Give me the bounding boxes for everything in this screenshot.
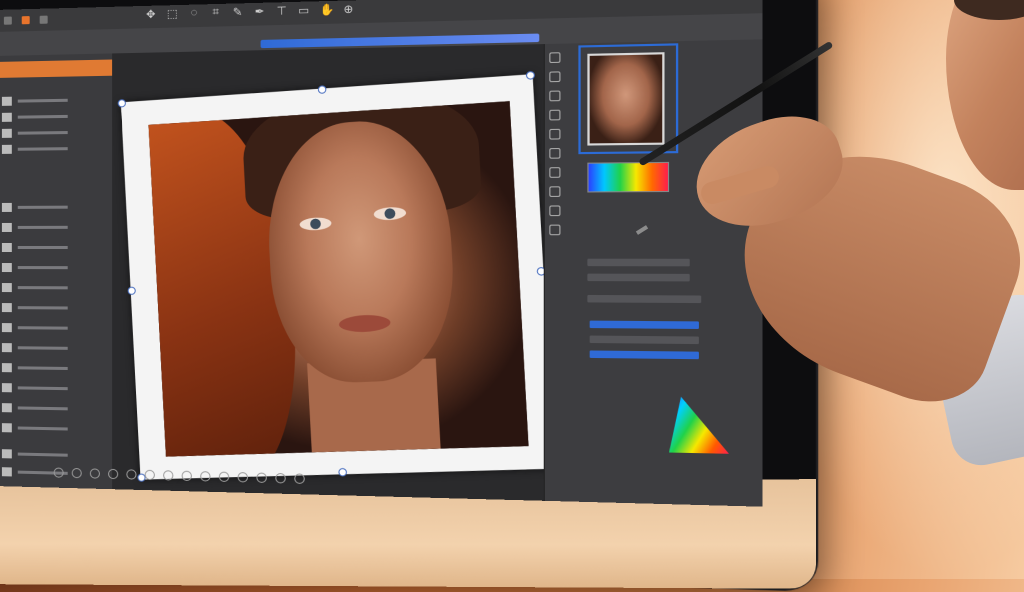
color-icon[interactable] [549, 71, 560, 82]
tool-row: ✥ ⬚ ◌ ⌗ ✎ ✒ ⊤ ▭ ✋ ⊕ [145, 2, 355, 21]
tool-icon[interactable] [256, 472, 266, 483]
grid-icon[interactable] [40, 16, 48, 24]
logo-icon [4, 17, 12, 25]
move-icon[interactable]: ✥ [145, 8, 157, 22]
tool-icon[interactable] [54, 467, 64, 477]
layer-row[interactable] [2, 402, 68, 413]
layer-row[interactable] [2, 242, 68, 252]
left-panel [0, 53, 113, 489]
selected-layer-bar[interactable] [590, 350, 699, 359]
layers-icon[interactable] [549, 167, 560, 178]
document-canvas[interactable] [121, 74, 555, 480]
channels-icon[interactable] [549, 186, 560, 197]
tool-icon[interactable] [90, 468, 100, 478]
layer-row[interactable] [2, 448, 68, 460]
histogram [669, 397, 729, 454]
tool-icon[interactable] [275, 473, 286, 484]
property-slider[interactable] [587, 295, 701, 303]
transform-handle[interactable] [338, 468, 347, 477]
selected-layer-bar[interactable] [590, 321, 699, 329]
list-item[interactable] [2, 111, 68, 122]
tool-icon[interactable] [182, 471, 192, 481]
list-item[interactable] [2, 143, 68, 154]
tool-icon[interactable] [219, 472, 229, 483]
apple-logo-icon [488, 556, 510, 580]
adjust-icon[interactable] [549, 110, 560, 121]
list-item[interactable] [2, 95, 68, 106]
navigator-icon[interactable] [549, 52, 560, 63]
tool-icon[interactable] [108, 469, 118, 479]
tool-icon[interactable] [145, 470, 155, 480]
panel-header-accent [0, 60, 112, 78]
monitor: ✥ ⬚ ◌ ⌗ ✎ ✒ ⊤ ▭ ✋ ⊕ [0, 0, 750, 592]
tool-icon[interactable] [294, 473, 305, 484]
tool-icon[interactable] [200, 471, 210, 482]
swatches-icon[interactable] [549, 91, 560, 102]
transform-handle[interactable] [127, 287, 136, 296]
zoom-icon[interactable]: ⊕ [342, 2, 355, 16]
marquee-icon[interactable]: ⬚ [166, 7, 178, 21]
layer-row[interactable] [2, 362, 68, 373]
shape-icon[interactable]: ▭ [297, 4, 310, 18]
layer-row[interactable] [2, 262, 68, 272]
panel-icon-column [549, 52, 562, 235]
transform-handle[interactable] [318, 85, 327, 94]
layer-row[interactable] [2, 222, 68, 232]
portrait-photo [149, 101, 529, 456]
tool-icon[interactable] [126, 469, 136, 479]
layer-row[interactable] [2, 282, 68, 292]
property-slider[interactable] [587, 259, 689, 267]
file-icon[interactable] [22, 16, 30, 24]
layer-bar[interactable] [590, 336, 699, 345]
layer-row[interactable] [2, 302, 68, 312]
color-gradient-swatch[interactable] [587, 162, 669, 193]
hand-icon[interactable]: ✋ [320, 3, 333, 17]
layer-row[interactable] [2, 422, 68, 433]
paths-icon[interactable] [549, 205, 560, 216]
info-icon[interactable] [549, 225, 560, 236]
tool-icon[interactable] [72, 468, 82, 478]
crop-icon[interactable]: ⌗ [210, 6, 222, 20]
transform-handle[interactable] [526, 71, 535, 80]
tool-icon[interactable] [163, 470, 173, 480]
layer-row[interactable] [2, 342, 68, 353]
text-icon[interactable]: ⊤ [275, 4, 288, 18]
layer-row[interactable] [2, 382, 68, 393]
lasso-icon[interactable]: ◌ [188, 6, 200, 20]
list-item[interactable] [2, 127, 68, 138]
brush-icon[interactable]: ✎ [231, 5, 244, 19]
pen-icon[interactable]: ✒ [253, 5, 266, 19]
property-slider[interactable] [587, 274, 689, 282]
tool-icon[interactable] [238, 472, 248, 483]
layer-row[interactable] [2, 202, 68, 212]
editor-screen: ✥ ⬚ ◌ ⌗ ✎ ✒ ⊤ ▭ ✋ ⊕ [0, 0, 763, 507]
history-icon[interactable] [549, 148, 560, 159]
layer-row[interactable] [2, 322, 68, 333]
transform-handle[interactable] [118, 99, 127, 108]
canvas-area[interactable] [112, 44, 544, 501]
styles-icon[interactable] [549, 129, 560, 140]
navigator-thumbnail [587, 52, 664, 145]
